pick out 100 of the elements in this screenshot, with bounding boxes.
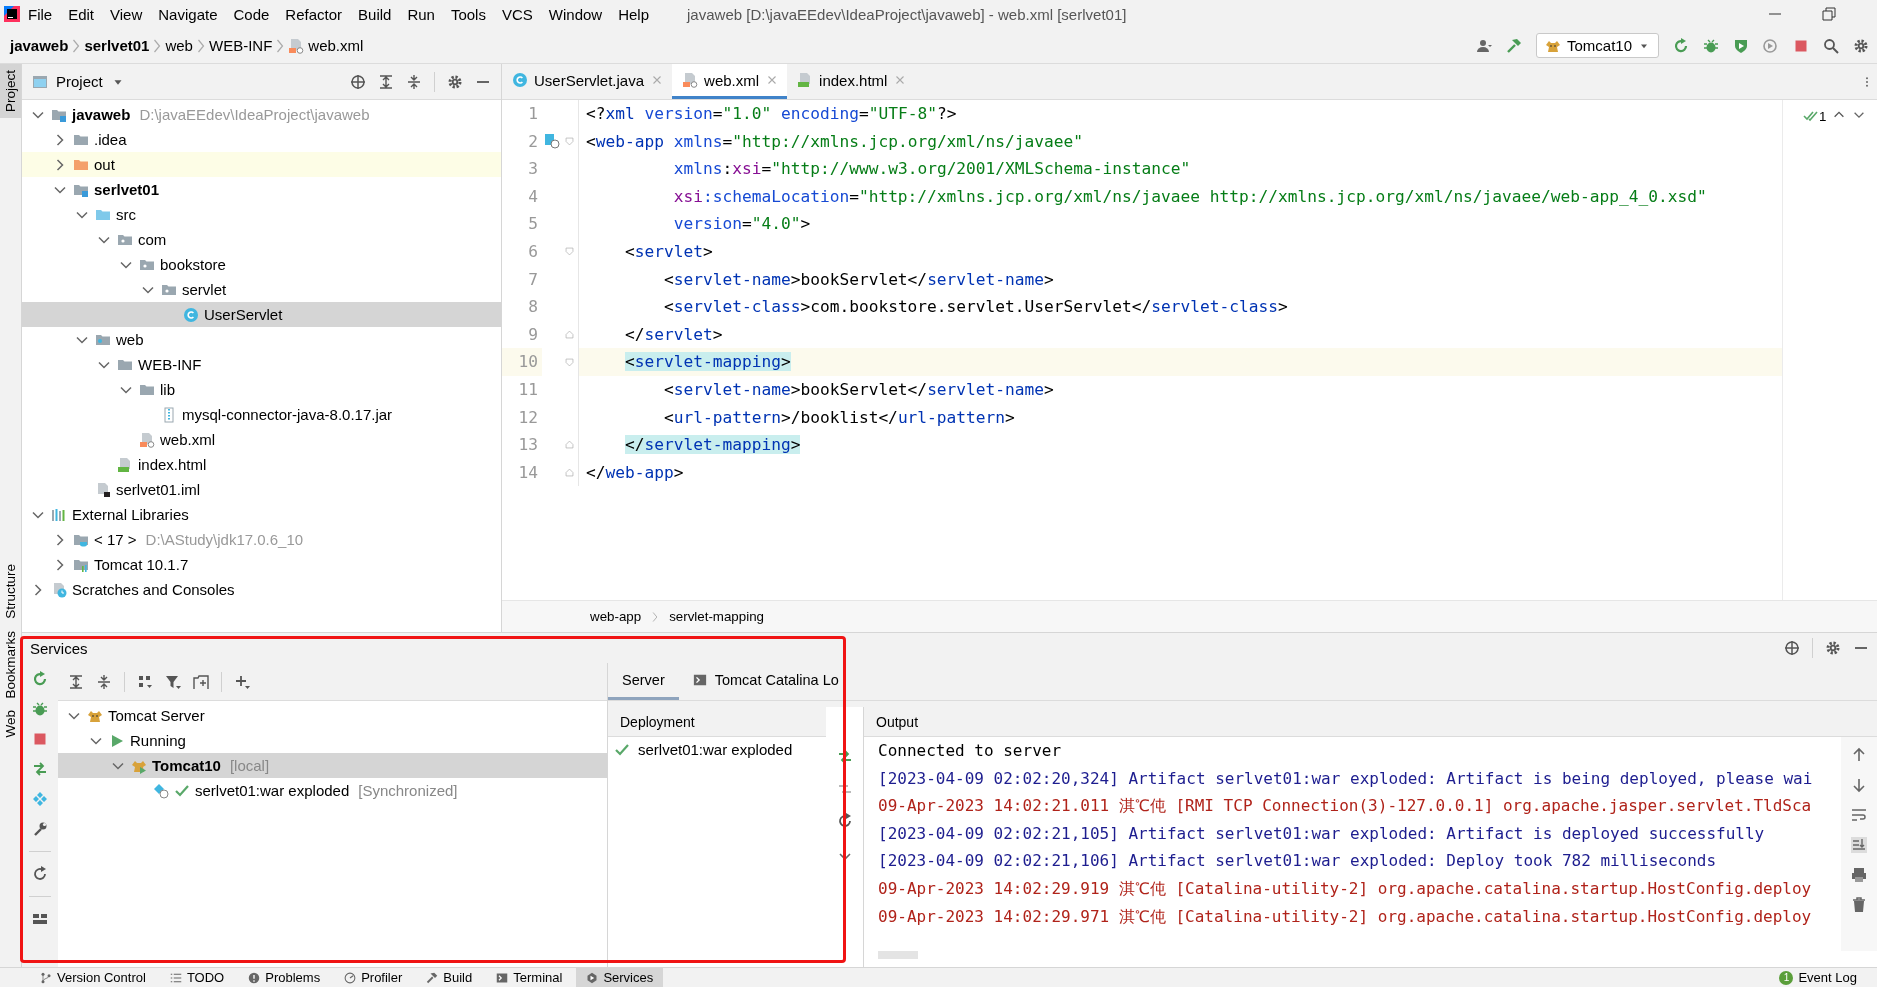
- detail-tab[interactable]: Tomcat Catalina Lo: [678, 663, 853, 700]
- menu-item[interactable]: Build: [350, 5, 400, 23]
- inspection-indicator[interactable]: 1: [1803, 108, 1827, 124]
- menu-item[interactable]: Help: [610, 5, 658, 23]
- menu-item[interactable]: Refactor: [277, 5, 351, 23]
- menu-item[interactable]: Navigate: [150, 5, 226, 23]
- search-icon[interactable]: [1823, 37, 1839, 54]
- tree-row[interactable]: out: [22, 152, 501, 177]
- tree-row[interactable]: External Libraries: [22, 502, 501, 527]
- tree-row[interactable]: serlvet01.iml: [22, 477, 501, 502]
- tree-row[interactable]: Running: [58, 728, 607, 753]
- menu-item[interactable]: VCS: [493, 5, 541, 23]
- tool-window-tab[interactable]: Bookmarks: [0, 624, 21, 705]
- breadcrumb-item[interactable]: servlet-mapping: [669, 609, 764, 624]
- run-configuration-dropdown[interactable]: Tomcat10: [1535, 33, 1659, 58]
- tree-row[interactable]: javaweb D:\javaEEdev\IdeaProject\javaweb: [22, 102, 501, 127]
- tree-row[interactable]: bookstore: [22, 252, 501, 277]
- tree-row[interactable]: lib: [22, 377, 501, 402]
- down-icon[interactable]: [1851, 777, 1867, 793]
- refresh-icon[interactable]: [836, 813, 853, 829]
- wrench-icon[interactable]: [32, 821, 48, 837]
- tree-row[interactable]: Scratches and Consoles: [22, 577, 501, 602]
- tree-row[interactable]: < 17 > D:\AStudy\jdk17.0.6_10: [22, 527, 501, 552]
- menu-item[interactable]: Tools: [442, 5, 494, 23]
- tool-window-tab[interactable]: 1 Event Log: [1769, 968, 1867, 987]
- menu-item[interactable]: Run: [399, 5, 443, 23]
- breadcrumb-item[interactable]: web.xml: [288, 37, 364, 54]
- tree-row[interactable]: Tomcat 10.1.7: [22, 552, 501, 577]
- tool-window-tab[interactable]: TODO: [159, 968, 235, 987]
- tree-row[interactable]: web.xml: [22, 427, 501, 452]
- menu-item[interactable]: Window: [540, 5, 611, 23]
- tree-row[interactable]: Tomcat10 [local]: [58, 753, 607, 778]
- collapse-all-icon[interactable]: [96, 673, 112, 690]
- tree-row[interactable]: UserServlet: [22, 302, 501, 327]
- tree-row[interactable]: com: [22, 227, 501, 252]
- user-icon[interactable]: [1475, 37, 1492, 54]
- menu-item[interactable]: Edit: [60, 5, 103, 23]
- rerun-icon[interactable]: [1673, 37, 1689, 54]
- trash-icon[interactable]: [1851, 897, 1867, 913]
- menu-item[interactable]: Code: [225, 5, 278, 23]
- deploy-icon[interactable]: [836, 749, 853, 765]
- soft-wrap-icon[interactable]: [1851, 807, 1867, 823]
- rerun-icon[interactable]: [32, 671, 48, 687]
- locate-icon[interactable]: [350, 73, 366, 90]
- stop-icon[interactable]: [32, 731, 48, 747]
- bug-icon[interactable]: [1703, 37, 1719, 54]
- tool-window-tab[interactable]: Problems: [238, 968, 331, 987]
- tool-window-tab[interactable]: Version Control: [30, 968, 156, 987]
- editor-tab[interactable]: index.html: [787, 64, 916, 99]
- menu-item[interactable]: File: [20, 5, 61, 23]
- web-descriptor-icon[interactable]: [544, 133, 560, 150]
- expand-all-icon[interactable]: [68, 673, 84, 690]
- breadcrumb-item[interactable]: WEB-INF: [208, 37, 273, 54]
- tree-row[interactable]: index.html: [22, 452, 501, 477]
- tree-row[interactable]: .idea: [22, 127, 501, 152]
- up-icon[interactable]: [1851, 747, 1867, 763]
- scrollbar-thumb[interactable]: [878, 951, 918, 959]
- refresh-icon[interactable]: [32, 866, 48, 882]
- settings-icon[interactable]: [1825, 640, 1841, 656]
- hammer-icon[interactable]: [1505, 37, 1522, 54]
- tree-row[interactable]: Tomcat Server: [58, 703, 607, 728]
- tool-window-tab[interactable]: Web: [0, 704, 21, 744]
- settings-icon[interactable]: [1853, 37, 1869, 54]
- breadcrumb-item[interactable]: web: [165, 37, 193, 54]
- expand-all-icon[interactable]: [378, 73, 394, 90]
- restore-icon[interactable]: [1821, 6, 1837, 22]
- tool-window-tab[interactable]: Services: [576, 968, 664, 987]
- breadcrumb-item[interactable]: web-app: [590, 609, 642, 624]
- add-icon[interactable]: [234, 673, 250, 690]
- tree-row[interactable]: serlvet01:war exploded [Synchronized]: [58, 778, 607, 803]
- tree-row[interactable]: web: [22, 327, 501, 352]
- scroll-to-end-icon[interactable]: [1851, 837, 1867, 853]
- filter-icon[interactable]: [165, 673, 181, 690]
- tree-row[interactable]: WEB-INF: [22, 352, 501, 377]
- tool-window-tab[interactable]: Structure: [0, 558, 21, 625]
- editor-tab[interactable]: web.xml: [672, 64, 788, 99]
- settings-icon[interactable]: [447, 73, 463, 90]
- tool-window-tab[interactable]: Build: [416, 968, 483, 987]
- tree-row[interactable]: src: [22, 202, 501, 227]
- tool-window-tab[interactable]: Project: [0, 64, 21, 119]
- tool-window-tab[interactable]: Terminal: [486, 968, 573, 987]
- deploy-icon[interactable]: [32, 761, 48, 777]
- tree-row[interactable]: servlet: [22, 277, 501, 302]
- collapse-all-icon[interactable]: [406, 73, 422, 90]
- detail-tab[interactable]: Server: [608, 663, 679, 700]
- breadcrumb-item[interactable]: javaweb: [10, 37, 69, 54]
- breadcrumb-item[interactable]: serlvet01: [84, 37, 150, 54]
- profile-icon[interactable]: [1763, 37, 1779, 54]
- deployment-item[interactable]: serlvet01:war exploded: [608, 737, 826, 762]
- print-icon[interactable]: [1851, 867, 1867, 883]
- group-icon[interactable]: [137, 673, 153, 690]
- new-group-icon[interactable]: [193, 673, 209, 690]
- menu-item[interactable]: View: [102, 5, 151, 23]
- editor-tab[interactable]: UserServlet.java: [502, 64, 673, 99]
- tree-row[interactable]: serlvet01: [22, 177, 501, 202]
- tool-window-tab[interactable]: Profiler: [334, 968, 413, 987]
- tree-row[interactable]: mysql-connector-java-8.0.17.jar: [22, 402, 501, 427]
- bug-icon[interactable]: [32, 701, 48, 717]
- layout-icon[interactable]: [32, 911, 48, 927]
- shield-icon[interactable]: [1733, 37, 1749, 54]
